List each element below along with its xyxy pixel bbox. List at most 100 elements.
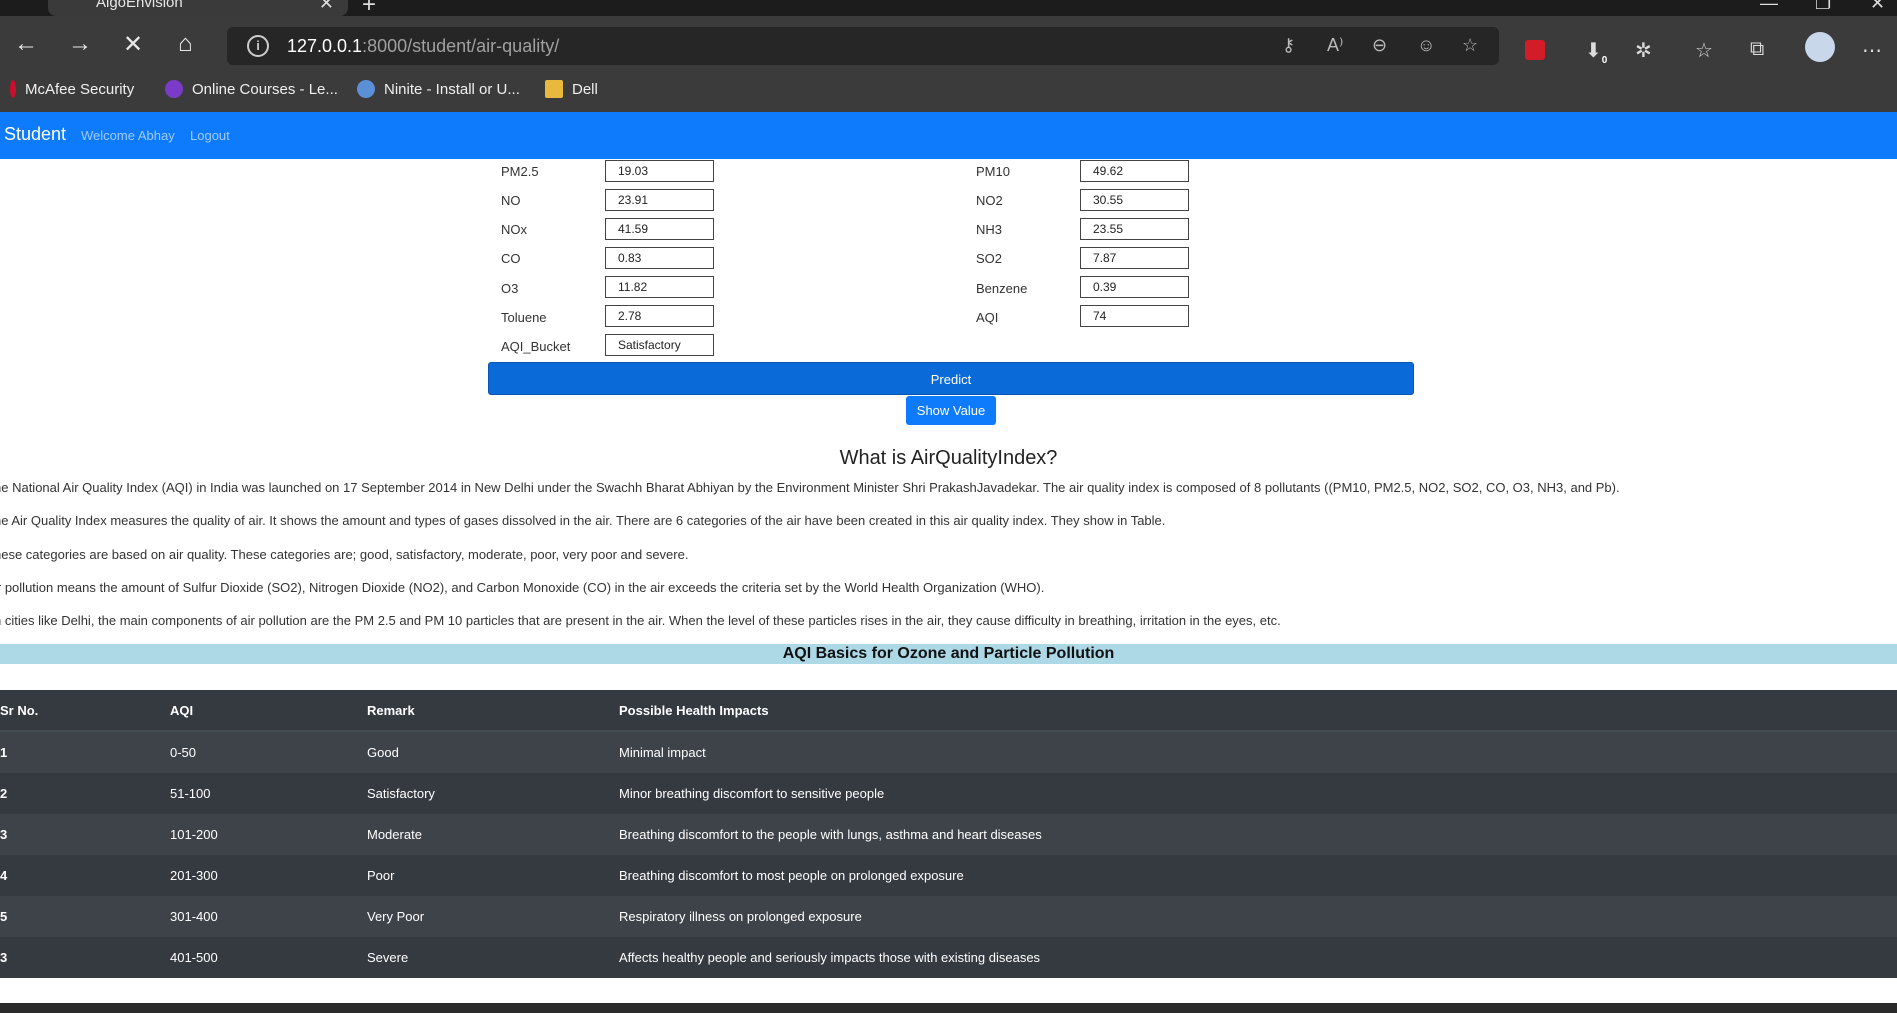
cell-sr-no: 3 bbox=[0, 814, 170, 855]
stop-icon[interactable]: ✕ bbox=[123, 30, 143, 59]
info-paragraph: he Air Quality Index measures the qualit… bbox=[0, 513, 1166, 528]
section-heading: What is AirQualityIndex? bbox=[839, 447, 1058, 469]
input-nh3[interactable]: 23.55 bbox=[1080, 218, 1189, 240]
bookmark-dell[interactable]: Dell bbox=[545, 80, 598, 98]
window-close-icon[interactable]: ✕ bbox=[1870, 0, 1885, 14]
site-info-icon[interactable]: i bbox=[247, 35, 269, 57]
cell-impact: Minor breathing discomfort to sensitive … bbox=[619, 786, 885, 801]
cell-aqi: 51-100 bbox=[170, 786, 211, 801]
password-key-icon[interactable]: ⚷ bbox=[1282, 35, 1295, 56]
bookmark-mcafee[interactable]: McAfee Security bbox=[10, 80, 134, 98]
browser-titlebar: AlgoEnvision ✕ + — ❐ ✕ bbox=[0, 0, 1897, 18]
restore-icon[interactable]: ❐ bbox=[1815, 0, 1831, 14]
input-o3[interactable]: 11.82 bbox=[605, 276, 714, 298]
welcome-link[interactable]: Welcome Abhay bbox=[81, 128, 175, 143]
browser-toolbar: ← → ✕ ⌂ i 127.0.0.1:8000/student/air-qua… bbox=[0, 16, 1897, 78]
cell-sr-no: 4 bbox=[0, 868, 8, 883]
navbar-brand[interactable]: Student bbox=[4, 124, 66, 145]
header-sr-no: Sr No. bbox=[0, 690, 170, 732]
cell-impact: Affects healthy people and seriously imp… bbox=[619, 950, 1041, 965]
minimize-icon[interactable]: — bbox=[1760, 0, 1778, 14]
collections-icon[interactable]: ⧉ bbox=[1750, 38, 1764, 61]
show-value-button[interactable]: Show Value bbox=[906, 396, 996, 425]
udemy-icon bbox=[165, 80, 183, 98]
more-options-icon[interactable]: ⋯ bbox=[1862, 38, 1882, 63]
cell-remark: Severe bbox=[367, 950, 409, 965]
label-aqi-bucket: AQI_Bucket bbox=[501, 339, 571, 354]
table-header-row: Sr No. AQI Remark Possible Health Impact… bbox=[0, 690, 1897, 732]
cell-sr-no: 5 bbox=[0, 896, 170, 937]
table-row: 4 201-300 Poor Breathing discomfort to m… bbox=[0, 855, 1897, 896]
input-pm10[interactable]: 49.62 bbox=[1080, 160, 1189, 182]
address-bar[interactable]: i 127.0.0.1:8000/student/air-quality/ ⚷ … bbox=[227, 27, 1499, 65]
mcafee-icon bbox=[10, 80, 16, 98]
input-so2[interactable]: 7.87 bbox=[1080, 247, 1189, 269]
read-aloud-icon[interactable]: A⁾ bbox=[1327, 35, 1343, 56]
account-icon[interactable]: ☺ bbox=[1417, 35, 1435, 56]
input-pm25[interactable]: 19.03 bbox=[605, 160, 714, 182]
url-text[interactable]: 127.0.0.1:8000/student/air-quality/ bbox=[287, 36, 559, 57]
cell-sr-no: 2 bbox=[0, 786, 8, 801]
forward-icon[interactable]: → bbox=[68, 30, 92, 58]
downloads-icon[interactable]: ⬇0 bbox=[1585, 38, 1607, 66]
cell-remark: Poor bbox=[367, 868, 395, 883]
label-pm10: PM10 bbox=[976, 164, 1010, 179]
cell-impact: Minimal impact bbox=[619, 731, 1897, 773]
tab-title: AlgoEnvision bbox=[96, 0, 183, 11]
label-co: CO bbox=[501, 251, 521, 266]
info-paragraph: he National Air Quality Index (AQI) in I… bbox=[0, 480, 1620, 495]
label-nh3: NH3 bbox=[976, 222, 1003, 237]
info-paragraph: ir pollution means the amount of Sulfur … bbox=[0, 580, 1045, 595]
cell-aqi: 401-500 bbox=[170, 950, 218, 965]
browser-tab[interactable]: AlgoEnvision ✕ bbox=[48, 0, 348, 16]
header-health-impacts: Possible Health Impacts bbox=[619, 690, 1897, 732]
back-icon[interactable]: ← bbox=[14, 30, 38, 58]
cell-remark: Very Poor bbox=[367, 896, 619, 937]
cell-sr-no: 3 bbox=[0, 950, 8, 965]
cell-aqi: 301-400 bbox=[170, 896, 367, 937]
bookmark-online-courses[interactable]: Online Courses - Le... bbox=[165, 80, 338, 98]
cell-aqi: 101-200 bbox=[170, 814, 367, 855]
home-icon[interactable]: ⌂ bbox=[178, 30, 193, 58]
cell-impact: Breathing discomfort to most people on p… bbox=[619, 868, 964, 883]
zoom-icon[interactable]: ⊖ bbox=[1372, 35, 1387, 56]
table-row: 3 101-200 Moderate Breathing discomfort … bbox=[0, 814, 1897, 855]
label-no: NO bbox=[501, 193, 521, 208]
table-row: 3 401-500 Severe Affects healthy people … bbox=[0, 937, 1897, 978]
add-favorite-icon[interactable]: ☆ bbox=[1462, 35, 1478, 56]
input-aqi[interactable]: 74 bbox=[1080, 305, 1189, 327]
cell-impact: Breathing discomfort to the people with … bbox=[619, 814, 1897, 855]
header-remark: Remark bbox=[367, 690, 619, 732]
favorites-icon[interactable]: ☆ bbox=[1695, 38, 1713, 63]
logout-link[interactable]: Logout bbox=[190, 128, 230, 143]
input-aqi-bucket[interactable]: Satisfactory bbox=[605, 334, 714, 356]
cell-aqi: 0-50 bbox=[170, 731, 367, 773]
table-row: 1 0-50 Good Minimal impact bbox=[0, 731, 1897, 773]
bookmark-ninite[interactable]: Ninite - Install or U... bbox=[357, 80, 520, 98]
table-title: AQI Basics for Ozone and Particle Pollut… bbox=[0, 644, 1897, 664]
input-no[interactable]: 23.91 bbox=[605, 189, 714, 211]
header-aqi: AQI bbox=[170, 690, 367, 732]
cell-remark: Satisfactory bbox=[367, 786, 435, 801]
cell-remark: Moderate bbox=[367, 814, 619, 855]
input-nox[interactable]: 41.59 bbox=[605, 218, 714, 240]
label-so2: SO2 bbox=[976, 251, 1003, 266]
predict-button[interactable]: Predict bbox=[488, 362, 1414, 395]
input-benzene[interactable]: 0.39 bbox=[1080, 276, 1189, 298]
label-nox: NOx bbox=[501, 222, 527, 237]
mcafee-extension-icon[interactable] bbox=[1525, 40, 1545, 60]
cell-impact: Respiratory illness on prolonged exposur… bbox=[619, 896, 1897, 937]
table-row: 2 51-100 Satisfactory Minor breathing di… bbox=[0, 773, 1897, 814]
cell-sr-no: 1 bbox=[0, 731, 170, 773]
input-co[interactable]: 0.83 bbox=[605, 247, 714, 269]
label-no2: NO2 bbox=[976, 193, 1003, 208]
label-toluene: Toluene bbox=[501, 310, 547, 325]
label-benzene: Benzene bbox=[976, 281, 1028, 296]
page-footer-strip bbox=[0, 1003, 1897, 1013]
extensions-icon[interactable]: ✲ bbox=[1635, 38, 1652, 63]
profile-avatar[interactable] bbox=[1805, 32, 1835, 62]
input-toluene[interactable]: 2.78 bbox=[605, 305, 714, 327]
tab-close-icon[interactable]: ✕ bbox=[319, 0, 334, 14]
info-paragraph: n cities like Delhi, the main components… bbox=[0, 613, 1281, 628]
input-no2[interactable]: 30.55 bbox=[1080, 189, 1189, 211]
